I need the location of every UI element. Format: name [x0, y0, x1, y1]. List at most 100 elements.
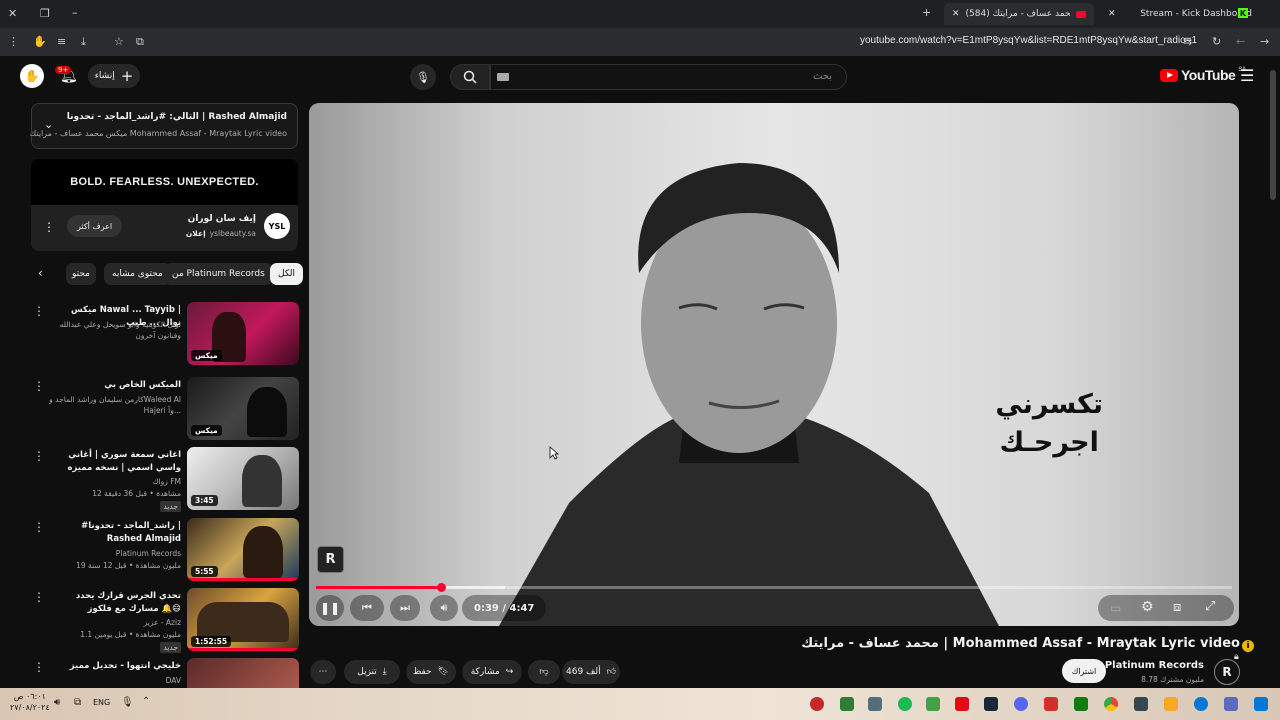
scrubber-handle[interactable] [437, 583, 446, 592]
extension-icon[interactable]: ✋ [33, 35, 47, 48]
discord-icon[interactable] [1014, 697, 1028, 711]
netflix-icon[interactable] [955, 697, 969, 711]
subtitles-icon[interactable]: ▭ [1110, 601, 1121, 615]
taskbar-app-icon[interactable] [926, 697, 940, 711]
pause-button[interactable]: ❚❚ [316, 595, 344, 621]
learn-more-button[interactable]: اعرف أكثر [67, 215, 123, 237]
download-button[interactable]: تنزيل ⤓ [344, 660, 400, 684]
more-actions-button[interactable]: ⋯ [310, 660, 336, 684]
settings-gear-icon[interactable]: ⚙︎ [1141, 599, 1154, 615]
volume-button[interactable]: 🔊︎ [430, 595, 458, 621]
page-scrollbar[interactable] [1270, 70, 1276, 200]
tab-kick[interactable]: ✕ Stream - Kick Dashboard [1100, 3, 1260, 25]
playlist-icon[interactable]: ≡ [57, 35, 66, 48]
playlist-panel[interactable]: ⌄ التالي: #راشد_الماجد - تحدونا | Rashed… [30, 103, 298, 149]
list-item[interactable]: 3:45 ⋮ اغاني سمعة سوري | أغاني واسي اسمي… [31, 447, 299, 513]
close-tab-icon[interactable]: ✕ [1108, 9, 1116, 19]
list-item[interactable]: ميكس ⋮ الميكس الخاص بي كارمن سليمان وراش… [31, 377, 299, 443]
taskbar-app-icon[interactable] [1044, 697, 1058, 711]
youtube-logo[interactable]: YouTube SA [1160, 67, 1246, 83]
dislike-button[interactable]: 👎︎ [528, 660, 560, 684]
url-field[interactable]: youtube.com/watch?v=E1mtP8ysqYw&list=RDE… [860, 35, 1197, 46]
steam-icon[interactable] [984, 697, 998, 711]
microphone-tray-icon[interactable]: 🎙︎ [121, 697, 134, 708]
close-window-icon[interactable]: ✕ [8, 7, 17, 20]
ad-banner[interactable]: BOLD. FEARLESS. UNEXPECTED. [31, 159, 298, 205]
clock[interactable]: ٠٦:٠١ ص ٢٧/٠٨/٢٠٢٤ [10, 691, 50, 713]
chip-from-channel[interactable]: من Platinum Records [164, 263, 273, 285]
list-item[interactable]: ⋮ خليجي انتهوا - تحديل مميز DAV [31, 658, 299, 688]
share-button[interactable]: مشاركة ↪ [462, 660, 522, 684]
hamburger-menu-icon[interactable]: ☰ [1240, 66, 1254, 85]
spotify-icon[interactable] [898, 697, 912, 711]
video-thumbnail[interactable]: 1:52:55 [187, 588, 299, 651]
language-indicator[interactable]: ENG [93, 698, 110, 707]
reload-icon[interactable]: ↻ [1212, 35, 1221, 48]
video-title[interactable]: الميكس الخاص بي [51, 379, 181, 392]
forward-icon[interactable]: ← [1236, 35, 1245, 48]
video-title[interactable]: خليجي انتهوا - تحديل مميز [51, 660, 181, 673]
search-input[interactable]: بحث [490, 64, 847, 90]
new-tab-icon[interactable]: + [922, 6, 931, 19]
more-options-icon[interactable]: ⋮ [33, 379, 45, 393]
chip-all[interactable]: الكل [270, 263, 304, 285]
video-title[interactable]: اغاني سمعة سوري | أغاني واسي اسمي | نسخه… [51, 449, 181, 475]
list-item[interactable]: 1:52:55 ⋮ تحدي الجرس قرارك يحدد مسارك مع… [31, 588, 299, 654]
keyboard-icon[interactable] [497, 73, 509, 81]
taskbar-app-icon[interactable] [840, 697, 854, 711]
video-player[interactable]: تكسرني اجرحـك R [309, 103, 1239, 626]
voice-search-button[interactable]: 🎙︎ [410, 64, 436, 90]
xbox-icon[interactable] [1074, 697, 1088, 711]
taskbar-app-icon[interactable] [810, 697, 824, 711]
list-item[interactable]: 5:55 ⋮ #راشد_الماجد - تحدونا | Rashed Al… [31, 518, 299, 584]
chip-related[interactable]: محتوى مشابه [104, 263, 171, 285]
video-thumbnail[interactable]: ميكس [187, 302, 299, 365]
next-button[interactable]: ⏭︎ [390, 595, 420, 621]
video-thumbnail[interactable] [187, 658, 299, 688]
more-options-icon[interactable]: ⋮ [33, 449, 45, 463]
chip-more[interactable]: محتو [66, 263, 96, 285]
search-button[interactable] [450, 64, 490, 90]
channel-name[interactable]: Platinum Records [1105, 660, 1204, 671]
chevron-up-icon[interactable]: ⌃ [142, 696, 150, 707]
avatar[interactable]: ✋ [20, 64, 44, 88]
ad-card[interactable]: ⋮ اعرف أكثر YSL إيف سان لوران إعلان yslb… [31, 205, 298, 251]
minimize-window-icon[interactable]: – [72, 6, 78, 19]
info-icon[interactable]: i [1242, 640, 1254, 652]
chips-scroll-left-icon[interactable]: ‹ [38, 266, 43, 280]
video-thumbnail[interactable]: 3:45 [187, 447, 299, 510]
more-options-icon[interactable]: ⋮ [33, 520, 45, 534]
theater-mode-icon[interactable]: ⧈ [1173, 600, 1181, 615]
more-options-icon[interactable]: ⋮ [33, 660, 45, 674]
network-tray-icon[interactable]: ⧉ [74, 697, 81, 708]
video-title[interactable]: تحدي الجرس قرارك يحدد مسارك مع فلكوز 🔔😄 [51, 590, 181, 616]
back-icon[interactable]: → [1260, 35, 1269, 48]
subscribe-button[interactable]: اشتراك [1062, 659, 1106, 683]
restore-window-icon[interactable]: ❐ [40, 7, 50, 20]
taskbar-app-icon[interactable] [868, 697, 882, 711]
like-button[interactable]: 469 ألف 👍︎ [562, 660, 620, 684]
fullscreen-icon[interactable]: ⤢ [1205, 599, 1215, 614]
close-tab-icon[interactable]: ✕ [952, 9, 960, 19]
file-explorer-icon[interactable] [1164, 697, 1178, 711]
more-options-icon[interactable]: ⋮ [33, 590, 45, 604]
channel-avatar[interactable]: R [1214, 659, 1240, 685]
create-button[interactable]: إنشاء + [88, 64, 140, 88]
edge-icon[interactable] [1194, 697, 1208, 711]
tab-youtube[interactable]: ✕ (584) محمد عساف - مرايتك [944, 3, 1094, 25]
save-button[interactable]: حفظ 🔖︎ [406, 660, 456, 684]
site-settings-icon[interactable]: ⇆ [1183, 35, 1192, 48]
list-item[interactable]: ميكس ⋮ ميكس Nawal ... Tayyib | نوال ... … [31, 302, 299, 368]
windows-start-icon[interactable] [1254, 697, 1268, 711]
video-thumbnail[interactable]: 5:55 [187, 518, 299, 581]
taskbar-app-icon[interactable] [1224, 697, 1238, 711]
channel-watermark-icon[interactable]: R [317, 546, 344, 573]
install-icon[interactable]: ⧉ [136, 35, 144, 49]
menu-dots-icon[interactable]: ⋮ [8, 35, 19, 48]
previous-button[interactable]: ⏮︎ [350, 595, 384, 621]
download-icon[interactable]: ⤓ [81, 35, 86, 49]
more-options-icon[interactable]: ⋮ [33, 304, 45, 318]
taskbar-app-icon[interactable] [1134, 697, 1148, 711]
video-thumbnail[interactable]: ميكس [187, 377, 299, 440]
chrome-icon[interactable] [1104, 697, 1118, 711]
